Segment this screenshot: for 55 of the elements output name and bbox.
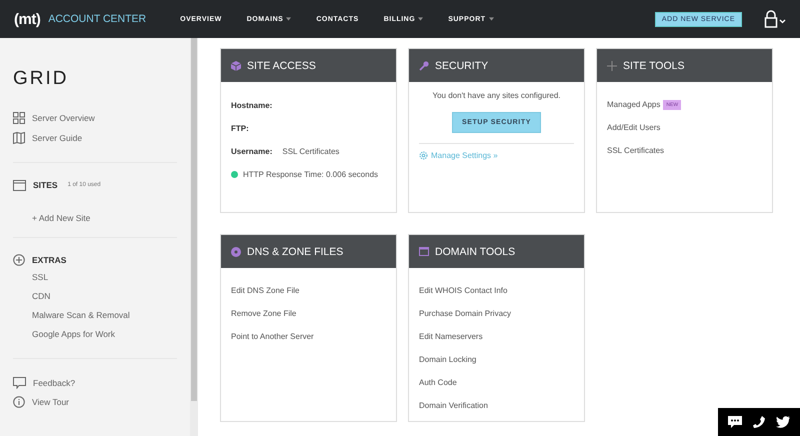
plus-icon [607, 60, 617, 70]
app-title: ACCOUNT CENTER [48, 13, 146, 25]
tool-link[interactable]: SSL Certificates [607, 146, 664, 155]
card-title: SITE ACCESS [247, 60, 316, 72]
card-title: DNS & ZONE FILES [247, 246, 344, 258]
tool-link[interactable]: Remove Zone File [231, 309, 296, 318]
tool-link[interactable]: Auth Code [419, 378, 457, 387]
section-label: EXTRAS [32, 255, 66, 265]
status-text: HTTP Response Time: 0.006 seconds [243, 170, 378, 179]
card-title: SECURITY [435, 60, 488, 72]
info-icon [13, 396, 25, 408]
card-title: SITE TOOLS [623, 60, 684, 72]
empty-message: You don't have any sites configured. [432, 91, 560, 100]
tool-link[interactable]: Add/Edit Users [607, 123, 660, 132]
tool-link[interactable]: Purchase Domain Privacy [419, 309, 512, 318]
scrollbar[interactable] [190, 38, 198, 436]
tool-link[interactable]: Managed Apps [607, 100, 660, 109]
sidebar-link[interactable]: Feedback? [13, 373, 177, 392]
window-icon [419, 247, 429, 256]
sidebar-link[interactable]: View Tour [13, 392, 177, 411]
logo[interactable]: (mt) [14, 10, 40, 28]
sidebar-link[interactable]: Server Guide [13, 128, 177, 148]
tool-link[interactable]: Point to Another Server [231, 332, 314, 341]
extras-link[interactable]: Google Apps for Work [32, 325, 177, 344]
add-site-link[interactable]: + Add New Site [32, 213, 177, 223]
tool-link[interactable]: Edit WHOIS Contact Info [419, 286, 508, 295]
field-value: SSL Certificates [282, 147, 340, 156]
extras-link[interactable]: SSL [32, 268, 177, 287]
sidebar-title: GRID [13, 68, 70, 90]
key-icon [419, 60, 429, 70]
map-icon [13, 132, 25, 144]
status-dot [231, 171, 238, 178]
chat-icon [13, 376, 26, 388]
tool-link[interactable]: Edit Nameservers [419, 332, 483, 341]
tool-link[interactable]: Edit DNS Zone File [231, 286, 300, 295]
disc-icon [231, 246, 241, 256]
field-label: Username: [231, 147, 272, 156]
sidebar-link[interactable]: Server Overview [13, 108, 177, 128]
card-title: DOMAIN TOOLS [435, 246, 516, 258]
phone-icon[interactable] [752, 416, 765, 428]
extras-link[interactable]: Malware Scan & Removal [32, 306, 177, 325]
extras-link[interactable]: CDN [32, 287, 177, 306]
section-label: SITES [33, 180, 58, 190]
field-label: FTP: [231, 124, 249, 133]
chat-icon[interactable] [728, 416, 742, 428]
bird-icon[interactable] [776, 416, 790, 428]
plus-circle-icon [13, 254, 25, 266]
gear-icon [419, 151, 428, 160]
tool-link[interactable]: Domain Verification [419, 401, 488, 410]
field-label: Hostname: [231, 101, 272, 110]
tool-link[interactable]: Domain Locking [419, 355, 476, 364]
window-icon [13, 180, 26, 190]
cube-icon [231, 60, 241, 70]
account-lock-icon[interactable] [764, 10, 786, 28]
grid-icon [13, 112, 25, 124]
